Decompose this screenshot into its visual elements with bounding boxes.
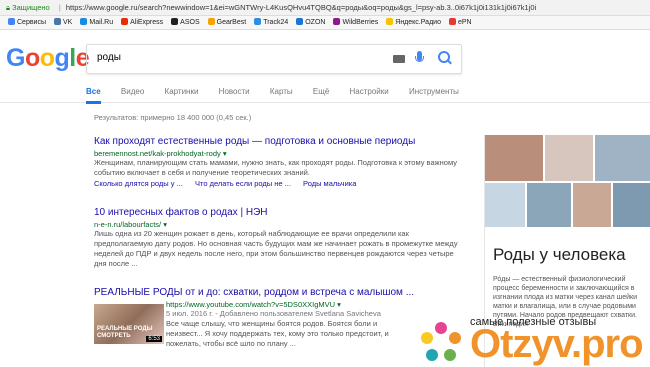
bookmark-label: AliExpress: [130, 19, 164, 26]
bookmark-item[interactable]: ePN: [448, 16, 472, 29]
bookmark-icon: [448, 18, 456, 25]
result-snippet: Женщинам, планирующим стать мамами, нужн…: [94, 158, 457, 177]
sitelink[interactable]: Роды мальчика: [303, 179, 356, 188]
flower-logo-icon: [421, 322, 461, 361]
bookmark-item[interactable]: Mail.Ru: [80, 16, 113, 29]
bookmark-icon: [386, 18, 394, 25]
result-snippet: Лишь одна из 20 женщин рожает в день, ко…: [94, 229, 458, 268]
collage-image[interactable]: [527, 183, 571, 227]
result-url[interactable]: n-e-n.ru/labourfacts/ ▾: [94, 220, 464, 229]
bookmark-icon: [80, 18, 88, 25]
collage-image[interactable]: [485, 183, 525, 227]
bookmark-icon: [254, 18, 262, 25]
address-bar[interactable]: 🔒︎ Защищено | https://www.google.ru/sear…: [0, 0, 650, 16]
bookmark-label: ePN: [457, 19, 472, 26]
search-tabs: Все Видео Картинки Новости Карты Ещё Нас…: [86, 87, 477, 104]
bookmark-label: Яндекс.Радио: [395, 19, 441, 26]
sitelink[interactable]: Сколько длятся роды у ...: [94, 179, 183, 188]
bookmark-label: Сервисы: [17, 19, 47, 26]
security-label: Защищено: [12, 3, 50, 12]
sitelink[interactable]: Что делать если роды не ...: [195, 179, 291, 188]
result-sitelinks: Сколько длятся роды у ... Что делать есл…: [94, 179, 464, 188]
video-duration: 6:53: [146, 336, 162, 342]
bookmark-label: GearBest: [216, 19, 247, 26]
bookmark-item[interactable]: VK: [54, 16, 72, 29]
tab-more[interactable]: Ещё: [313, 87, 329, 101]
bookmark-label: Mail.Ru: [89, 19, 114, 26]
watermark-brand: Otzyv.pro: [470, 322, 644, 366]
bookmark-icon: [207, 18, 215, 25]
collage-image[interactable]: [613, 183, 650, 227]
bookmark-icon: [121, 18, 129, 25]
panel-title: Роды у человека: [493, 245, 626, 264]
tab-images[interactable]: Картинки: [165, 87, 199, 101]
microphone-stand-icon: [415, 56, 424, 62]
result-date: 5 июл. 2016 г. - Добавлено пользователем…: [166, 309, 381, 318]
bookmarks-bar: Сервисы VK Mail.Ru AliExpress ASOS GearBest Tr…: [0, 16, 650, 30]
google-logo[interactable]: Google: [6, 44, 90, 73]
bookmark-item[interactable]: GearBest: [207, 16, 247, 29]
bookmark-icon: [8, 18, 15, 25]
keyboard-icon[interactable]: [393, 55, 405, 63]
bookmark-item[interactable]: AliExpress: [121, 16, 163, 29]
bookmark-label: WildBerries: [342, 19, 379, 26]
search-result: Как проходят естественные роды — подгото…: [94, 136, 464, 188]
video-thumbnail[interactable]: РЕАЛЬНЫЕ РОДЫ СМОТРЕТЬ 6:53: [94, 304, 164, 344]
tab-news[interactable]: Новости: [219, 87, 250, 101]
address-separator: |: [58, 3, 61, 12]
collage-image[interactable]: [485, 135, 543, 181]
collage-image[interactable]: [545, 135, 593, 181]
bookmark-item[interactable]: Track24: [254, 16, 288, 29]
bookmark-item[interactable]: OZON: [296, 16, 325, 29]
search-input[interactable]: [95, 51, 389, 64]
search-result: 10 интересных фактов о родах | НЭН n-e-n…: [94, 207, 464, 269]
bookmark-label: Track24: [263, 19, 289, 26]
tab-all[interactable]: Все: [86, 87, 101, 104]
bookmark-icon: [296, 18, 304, 25]
tab-tools[interactable]: Инструменты: [409, 87, 459, 101]
result-title[interactable]: Как проходят естественные роды — подгото…: [94, 136, 464, 147]
tab-video[interactable]: Видео: [121, 87, 144, 101]
search-handle-icon: [447, 59, 452, 65]
url-text[interactable]: https://www.google.ru/search?newwindow=1…: [66, 3, 536, 12]
image-collage[interactable]: [485, 135, 650, 227]
search-box[interactable]: [86, 44, 462, 74]
bookmark-label: OZON: [305, 19, 326, 26]
result-url[interactable]: beremennost.net/kak-prokhodyat-rody ▾: [94, 149, 464, 158]
bookmark-icon: [54, 18, 62, 25]
collage-image[interactable]: [573, 183, 611, 227]
collage-image[interactable]: [595, 135, 650, 181]
bookmark-item[interactable]: WildBerries: [333, 16, 378, 29]
result-url[interactable]: https://www.youtube.com/watch?v=5DS0XXIg…: [166, 300, 414, 309]
result-snippet: Все чаще слышу, что женщины боятся родов…: [166, 319, 389, 348]
lock-icon: 🔒︎: [6, 3, 10, 12]
tab-maps[interactable]: Карты: [270, 87, 293, 101]
bookmark-item[interactable]: ASOS: [171, 16, 200, 29]
bookmark-label: ASOS: [180, 19, 200, 26]
search-header: Google Все Видео Картинки Новости Карты …: [0, 30, 650, 104]
bookmark-item[interactable]: Яндекс.Радио: [386, 16, 441, 29]
bookmark-icon: [171, 18, 179, 25]
bookmark-icon: [333, 18, 341, 25]
bookmark-label: VK: [63, 19, 73, 26]
tab-settings[interactable]: Настройки: [350, 87, 389, 101]
bookmark-item[interactable]: Сервисы: [8, 16, 46, 29]
result-title[interactable]: РЕАЛЬНЫЕ РОДЫ от и до: схватки, роддом и…: [94, 287, 414, 298]
results-stats: Результатов: примерно 18 400 000 (0,45 с…: [94, 113, 252, 122]
result-title[interactable]: 10 интересных фактов о родах | НЭН: [94, 207, 464, 218]
